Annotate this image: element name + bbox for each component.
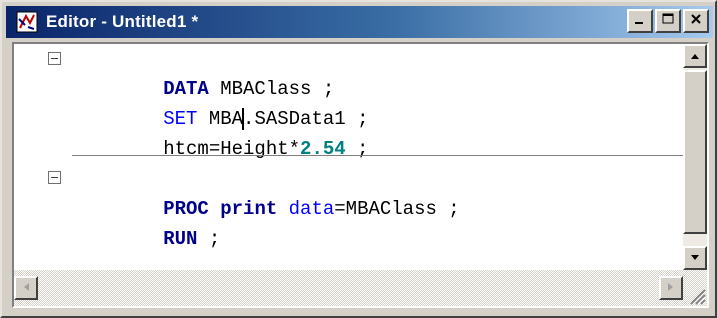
- code-line: PROC print data=MBAClass ;: [72, 164, 459, 220]
- code-token: =MBAClass ;: [334, 198, 460, 220]
- title-bar[interactable]: Editor - Untitled1 *: [6, 6, 713, 38]
- code-area[interactable]: DATA MBAClass ; SET MBA.SASData1 ; htcm=…: [72, 44, 686, 270]
- close-button[interactable]: [683, 9, 709, 33]
- code-line: htcm=Height*2.54 ;: [72, 104, 368, 160]
- sas-editor-icon: [14, 9, 40, 35]
- code-line: DATA MBAClass ;: [72, 44, 334, 100]
- scroll-right-button[interactable]: [659, 276, 683, 300]
- code-token: ;: [345, 138, 369, 160]
- close-icon: [690, 12, 702, 30]
- code-line: RUN ;: [72, 194, 220, 250]
- arrow-up-icon: [690, 47, 700, 65]
- scroll-down-button[interactable]: [683, 246, 707, 270]
- arrow-right-icon: [667, 279, 675, 297]
- code-token: RUN: [163, 228, 198, 250]
- code-line: SET MBA.SASData1 ;: [72, 74, 368, 130]
- window-controls: [625, 9, 709, 33]
- fold-gutter: [14, 44, 72, 270]
- code-token: print: [220, 198, 278, 220]
- maximize-icon: [662, 12, 674, 30]
- fold-toggle-icon[interactable]: [48, 52, 61, 65]
- horizontal-scrollbar[interactable]: [14, 270, 707, 306]
- fold-toggle-icon[interactable]: [48, 171, 61, 184]
- window-title: Editor - Untitled1 *: [46, 12, 199, 31]
- arrow-left-icon: [22, 279, 30, 297]
- code-token: ;: [197, 228, 221, 250]
- arrow-down-icon: [690, 249, 700, 267]
- resize-grip-icon[interactable]: [683, 282, 707, 306]
- maximize-button[interactable]: [655, 9, 681, 33]
- vertical-scrollbar[interactable]: [683, 44, 707, 270]
- code-token: 2.54: [300, 138, 346, 160]
- minimize-button[interactable]: [627, 9, 653, 33]
- scroll-left-button[interactable]: [14, 276, 38, 300]
- vertical-scroll-thumb[interactable]: [683, 70, 707, 234]
- code-token: data: [288, 198, 335, 220]
- step-separator: [72, 155, 686, 156]
- code-token: htcm=Height*: [163, 138, 301, 160]
- scroll-up-button[interactable]: [683, 44, 707, 68]
- editor-window: Editor - Untitled1 * DATA MBAClass ; SET…: [0, 0, 717, 318]
- minimize-icon: [634, 12, 646, 30]
- editor-pane: DATA MBAClass ; SET MBA.SASData1 ; htcm=…: [12, 42, 709, 308]
